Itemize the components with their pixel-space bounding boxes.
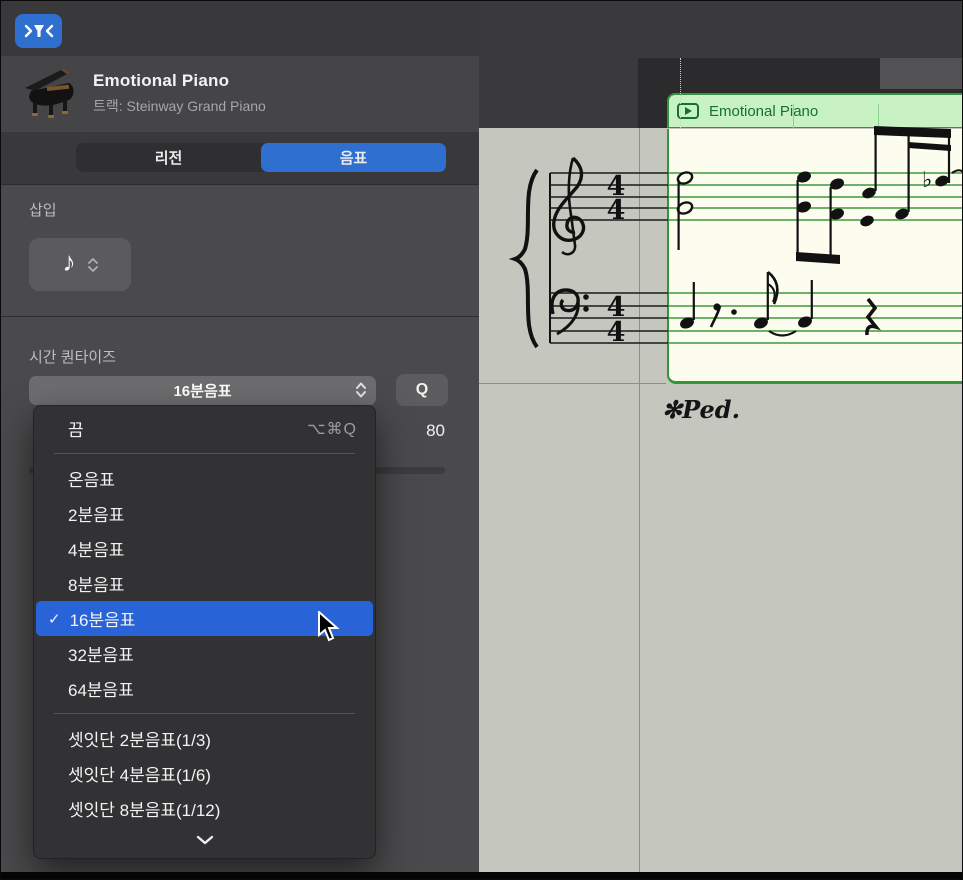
menu-item-triplet-half[interactable]: 셋잇단 2분음표(1/3) — [34, 721, 375, 756]
quantize-apply-button[interactable]: Q — [396, 374, 448, 406]
menu-item-label: 온음표 — [68, 466, 115, 491]
pedal-marking: ✻Ped. — [662, 395, 740, 424]
menu-item-triplet-quarter[interactable]: 셋잇단 4분음표(1/6) — [34, 756, 375, 791]
playhead-line[interactable] — [680, 58, 681, 128]
view-switch-row: 리전 음표 — [1, 132, 479, 184]
menu-scroll-more[interactable] — [34, 826, 375, 854]
menu-item-sixtyfourth-note[interactable]: 64분음표 — [34, 671, 375, 706]
menu-item-label: 32분음표 — [68, 641, 134, 666]
section-divider — [1, 184, 479, 185]
view-segmented-control: 리전 음표 — [76, 143, 446, 172]
score-editor-pane: 1 Emotional Piano ✻Ped. — [479, 1, 963, 880]
insert-note-value-button[interactable]: ♪ — [29, 238, 131, 291]
menu-item-half-note[interactable]: 2분음표 — [34, 496, 375, 531]
chevron-down-icon — [196, 835, 214, 845]
menu-item-off[interactable]: 끔 ⌥⌘Q — [34, 411, 375, 446]
time-quantize-select[interactable]: 16분음표 — [29, 376, 376, 405]
midi-region-header[interactable]: Emotional Piano — [667, 93, 963, 128]
menu-item-label: 셋잇단 4분음표(1/6) — [68, 761, 211, 786]
menu-item-triplet-eighth[interactable]: 셋잇단 8분음표(1/12) — [34, 791, 375, 826]
menu-item-label: 8분음표 — [68, 571, 124, 596]
menu-item-label: 셋잇단 8분음표(1/12) — [68, 796, 220, 821]
beat-tick — [793, 104, 794, 128]
tab-region[interactable]: 리전 — [76, 143, 261, 172]
catch-filter-button[interactable] — [15, 14, 62, 48]
menu-item-quarter-note[interactable]: 4분음표 — [34, 531, 375, 566]
stepper-chevrons-icon — [88, 257, 98, 273]
menu-divider — [54, 453, 355, 454]
tab-notes[interactable]: 음표 — [261, 143, 446, 172]
menu-item-shortcut: ⌥⌘Q — [307, 419, 357, 439]
quantize-strength-value: 80 — [381, 421, 445, 441]
insert-section-label: 삽입 — [29, 199, 57, 220]
menu-item-whole-note[interactable]: 온음표 — [34, 461, 375, 496]
midi-region-body[interactable] — [667, 129, 963, 384]
page-margin-line — [639, 128, 640, 873]
eighth-note-icon: ♪ — [62, 249, 76, 276]
track-subtitle: 트랙: Steinway Grand Piano — [93, 96, 266, 116]
menu-item-label: 4분음표 — [68, 536, 124, 561]
time-quantize-label: 시간 퀀타이즈 — [29, 346, 116, 367]
menu-divider — [54, 713, 355, 714]
catch-filter-icon — [24, 22, 54, 40]
menu-item-label: 64분음표 — [68, 676, 134, 701]
beat-tick — [878, 104, 879, 128]
region-name: Emotional Piano — [709, 103, 818, 120]
time-quantize-value: 16분음표 — [173, 380, 231, 401]
mouse-cursor — [317, 611, 341, 643]
grand-piano-icon — [17, 64, 79, 122]
inspector-toolbar — [1, 1, 479, 56]
menu-item-label: 끔 — [68, 416, 84, 441]
track-header: Emotional Piano 트랙: Steinway Grand Piano — [1, 56, 479, 132]
track-title: Emotional Piano — [93, 71, 229, 91]
ruler-end-block — [880, 58, 963, 89]
system-bottom-line — [479, 383, 666, 384]
menu-item-label: 셋잇단 2분음표(1/3) — [68, 726, 211, 751]
section-divider — [1, 316, 479, 317]
select-chevrons-icon — [355, 380, 367, 400]
menu-item-label: 2분음표 — [68, 501, 124, 526]
window-bottom-edge — [1, 872, 963, 880]
menu-item-label: 16분음표 — [70, 606, 136, 631]
checkmark-icon: ✓ — [48, 610, 61, 628]
menu-item-eighth-note[interactable]: 8분음표 — [34, 566, 375, 601]
garageband-score-editor-window: 1 Emotional Piano ✻Ped. — [0, 0, 963, 880]
